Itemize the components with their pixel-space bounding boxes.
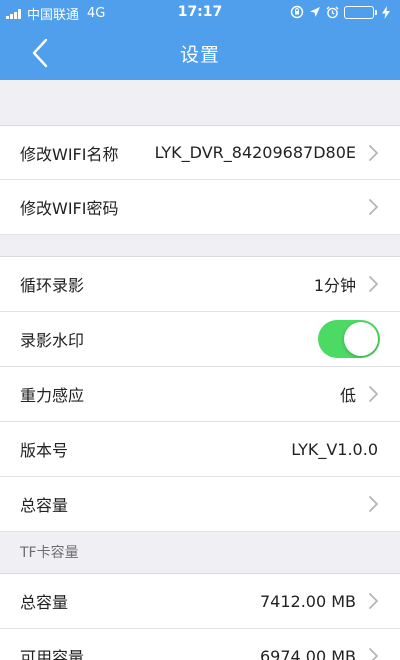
settings-list: 修改WIFI名称 LYK_DVR_84209687D80E 修改WIFI密码 循…: [0, 80, 400, 660]
chevron-right-icon: [369, 648, 378, 660]
charging-icon: [382, 5, 390, 19]
battery-icon: [344, 5, 377, 19]
total-capacity-row[interactable]: 总容量: [0, 477, 400, 532]
chevron-right-icon: [369, 276, 378, 292]
status-right: [285, 5, 390, 19]
status-bar: 中国联通 4G 17:17: [0, 0, 400, 26]
wifi-password-row[interactable]: 修改WIFI密码: [0, 180, 400, 235]
chevron-right-icon: [369, 199, 378, 215]
section-spacer: [0, 235, 400, 257]
chevron-right-icon: [369, 496, 378, 512]
gravity-sensor-value: 低: [339, 386, 356, 405]
tf-available-label: 可用容量: [20, 648, 85, 660]
chevron-right-icon: [369, 144, 378, 161]
total-capacity-label: 总容量: [20, 496, 69, 515]
tf-total-label: 总容量: [20, 593, 69, 612]
version-label: 版本号: [20, 441, 69, 460]
tf-total-row[interactable]: 总容量 7412.00 MB: [0, 574, 400, 629]
alarm-icon: [326, 6, 339, 19]
chevron-right-icon: [369, 386, 378, 402]
watermark-label: 录影水印: [20, 331, 85, 350]
app-header: 中国联通 4G 17:17 设置: [0, 0, 400, 80]
toggle-knob: [344, 322, 378, 356]
section-spacer: [0, 80, 400, 125]
page-title: 设置: [179, 44, 220, 66]
gravity-sensor-label: 重力感应: [20, 386, 85, 405]
loop-recording-row[interactable]: 循环录影 1分钟: [0, 257, 400, 312]
wifi-name-value: LYK_DVR_84209687D80E: [154, 143, 356, 162]
tf-available-value: 6974.00 MB: [259, 646, 356, 660]
loop-recording-label: 循环录影: [20, 276, 85, 295]
location-icon: [309, 6, 321, 18]
wifi-name-row[interactable]: 修改WIFI名称 LYK_DVR_84209687D80E: [0, 125, 400, 180]
tf-card-section-header: TF卡容量: [0, 532, 400, 574]
orientation-lock-icon: [290, 5, 304, 19]
version-value: LYK_V1.0.0: [291, 439, 378, 459]
wifi-name-label: 修改WIFI名称: [20, 144, 119, 164]
loop-recording-value: 1分钟: [313, 276, 356, 295]
gravity-sensor-row[interactable]: 重力感应 低: [0, 367, 400, 422]
chevron-right-icon: [369, 593, 378, 609]
watermark-row: 录影水印: [0, 312, 400, 367]
version-row: 版本号 LYK_V1.0.0: [0, 422, 400, 477]
tf-total-value: 7412.00 MB: [259, 591, 356, 611]
wifi-password-label: 修改WIFI密码: [20, 199, 119, 218]
watermark-toggle[interactable]: [318, 320, 380, 358]
tf-available-row[interactable]: 可用容量 6974.00 MB: [0, 629, 400, 660]
